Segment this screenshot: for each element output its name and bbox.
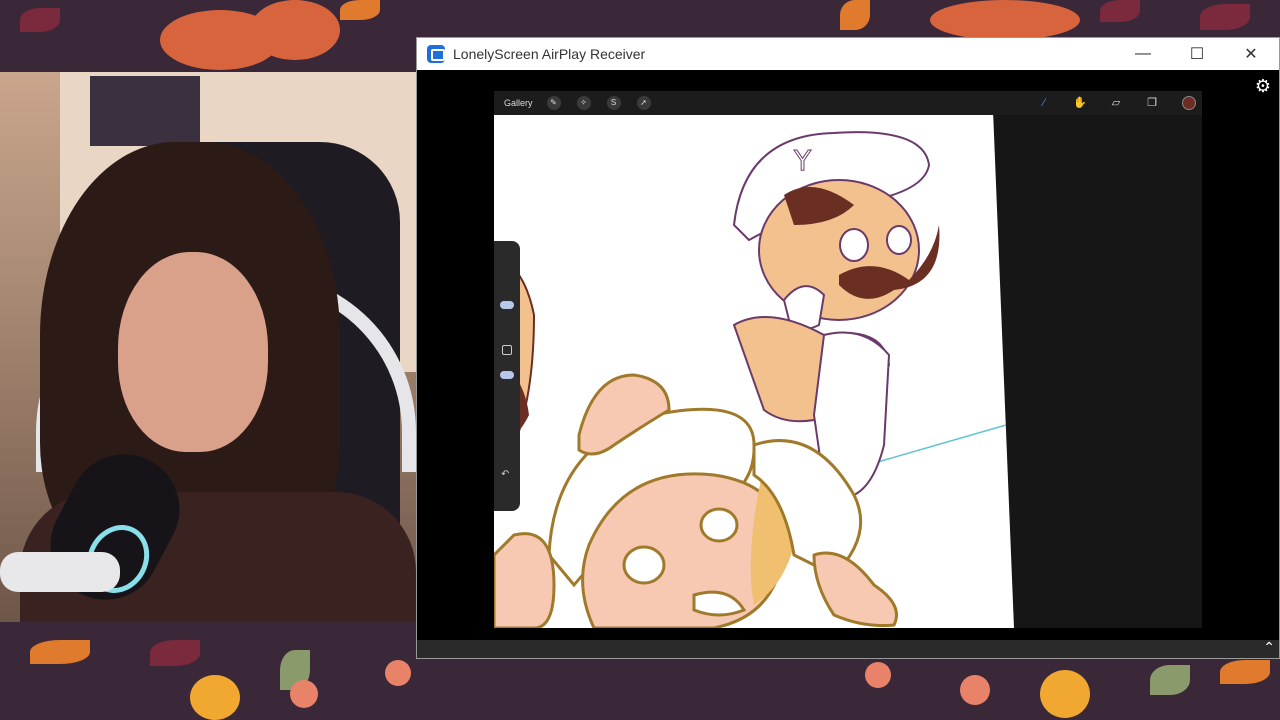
flower-decoration <box>385 660 411 686</box>
bottom-character-eye <box>622 545 666 585</box>
character-eye <box>839 228 869 262</box>
eyedropper-button[interactable] <box>502 345 512 355</box>
chevron-up-icon[interactable]: ⌃ <box>1263 639 1275 656</box>
leaf-decoration <box>1100 0 1140 22</box>
opacity-slider[interactable] <box>500 371 514 379</box>
streamer-face <box>118 252 268 452</box>
gear-icon[interactable]: ⚙ <box>1253 76 1273 96</box>
procreate-sidebar[interactable]: ↶ <box>494 241 520 511</box>
wrench-icon[interactable]: ✎ <box>546 96 561 110</box>
flower-decoration <box>1040 670 1090 718</box>
leaf-decoration <box>1200 4 1250 30</box>
drawing-canvas[interactable]: Y <box>494 115 1014 628</box>
minimize-button[interactable]: — <box>1117 38 1169 70</box>
canvas-artwork: Y <box>494 131 1007 628</box>
close-button[interactable]: ✕ <box>1225 38 1277 70</box>
leaf-decoration <box>1220 660 1270 684</box>
brush-size-slider[interactable] <box>500 301 514 309</box>
layers-icon[interactable]: ❐ <box>1144 95 1160 111</box>
maximize-button[interactable]: ☐ <box>1171 38 1223 70</box>
bottom-character-ear <box>494 532 556 628</box>
mirrored-ipad-screen[interactable]: Gallery ✎ ✧ S ➚ ⁄ ✋ ▱ ❐ Y ↶ <box>494 91 1202 628</box>
flower-decoration <box>290 680 318 708</box>
transform-icon[interactable]: ➚ <box>636 96 651 110</box>
brush-icon[interactable]: ⁄ <box>1036 95 1052 111</box>
magic-wand-icon[interactable]: ✧ <box>576 96 591 110</box>
window-titlebar[interactable]: LonelyScreen AirPlay Receiver — ☐ ✕ <box>417 38 1279 70</box>
wall-poster <box>90 76 200 146</box>
lonelyscreen-window[interactable]: LonelyScreen AirPlay Receiver — ☐ ✕ ⚙ Ga… <box>416 37 1280 659</box>
character-eye <box>886 225 912 255</box>
flower-decoration <box>960 675 990 705</box>
undo-icon[interactable]: ↶ <box>501 469 509 480</box>
pumpkin-decoration <box>930 0 1080 40</box>
leaf-decoration <box>840 0 870 30</box>
procreate-toolbar: Gallery ✎ ✧ S ➚ ⁄ ✋ ▱ ❐ <box>494 91 1202 115</box>
window-bottom-bar <box>417 640 1279 658</box>
selection-icon[interactable]: S <box>606 96 621 110</box>
pumpkin-decoration <box>250 0 340 60</box>
color-swatch[interactable] <box>1182 96 1196 110</box>
leaf-decoration <box>1150 665 1190 695</box>
microphone-arm <box>0 552 120 592</box>
leaf-decoration <box>30 640 90 664</box>
lonelyscreen-app-icon <box>427 45 445 63</box>
bottom-character-eye <box>699 507 739 543</box>
flower-decoration <box>865 662 891 688</box>
smudge-icon[interactable]: ✋ <box>1072 95 1088 111</box>
eraser-icon[interactable]: ▱ <box>1108 95 1124 111</box>
flower-decoration <box>190 675 240 720</box>
leaf-decoration <box>150 640 200 666</box>
bottom-character-fist <box>812 551 898 627</box>
cap-logo: Y <box>793 144 812 177</box>
gallery-button[interactable]: Gallery <box>504 98 533 108</box>
leaf-decoration <box>20 8 60 32</box>
window-title: LonelyScreen AirPlay Receiver <box>453 46 646 62</box>
leaf-decoration <box>340 0 380 20</box>
webcam-feed: NI <box>0 72 416 622</box>
